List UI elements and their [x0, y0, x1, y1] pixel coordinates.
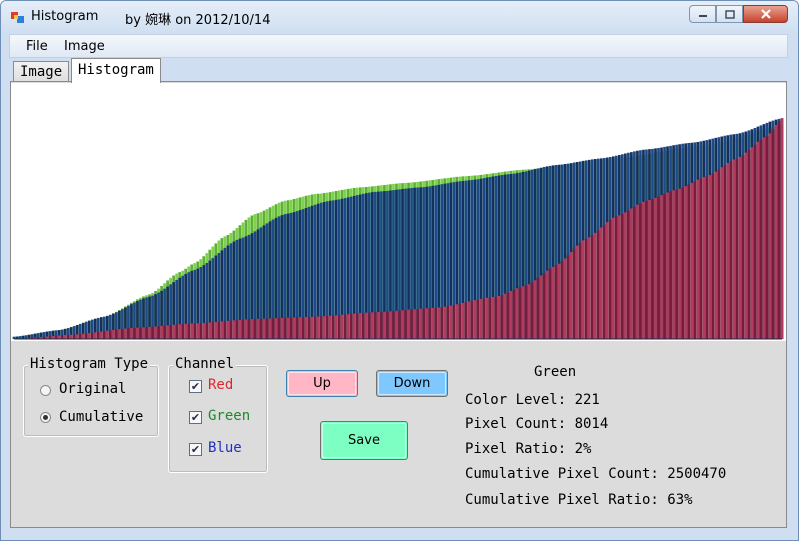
close-icon [760, 9, 771, 19]
down-button[interactable]: Down [376, 370, 448, 397]
minimize-icon [698, 15, 707, 17]
close-button[interactable] [743, 5, 788, 23]
info-pixel-count: Pixel Count: 8014 [465, 416, 609, 432]
tab-histogram[interactable]: Histogram [71, 58, 161, 83]
histogram-chart [11, 83, 786, 341]
channel-title: Channel [173, 356, 237, 372]
info-cumulative-pixel-ratio: Cumulative Pixel Ratio: 63% [465, 492, 693, 508]
checkbox-green-label[interactable]: Green [208, 408, 250, 424]
menu-image[interactable]: Image [64, 39, 105, 54]
menu-file[interactable]: File [26, 39, 48, 54]
minimize-button[interactable] [689, 5, 716, 23]
caption-buttons [689, 5, 788, 24]
radio-original-label[interactable]: Original [59, 381, 126, 397]
checkbox-blue[interactable]: ✔ [189, 443, 202, 456]
window-title: Histogram [31, 9, 99, 24]
window-subtitle: by 婉琳 on 2012/10/14 [125, 13, 271, 28]
histogram-type-title: Histogram Type [28, 356, 151, 372]
app-icon [11, 12, 24, 23]
checkbox-red[interactable]: ✔ [189, 380, 202, 393]
down-button-highlight [378, 372, 446, 395]
save-button[interactable]: Save [320, 421, 408, 460]
radio-original[interactable] [40, 385, 51, 396]
radio-cumulative-label[interactable]: Cumulative [59, 409, 143, 425]
checkbox-red-label[interactable]: Red [208, 377, 233, 393]
maximize-button[interactable] [716, 5, 743, 23]
maximize-icon [724, 9, 735, 19]
menu-bar: File Image [9, 34, 788, 58]
checkbox-green[interactable]: ✔ [189, 411, 202, 424]
info-channel-name: Green [534, 364, 577, 380]
up-button[interactable]: Up [286, 370, 358, 397]
info-cumulative-pixel-count: Cumulative Pixel Count: 2500470 [465, 466, 727, 482]
save-button-highlight [322, 423, 406, 458]
histogram-type-group [23, 365, 159, 437]
checkbox-blue-label[interactable]: Blue [208, 440, 242, 456]
radio-cumulative[interactable] [40, 412, 51, 423]
info-color-level: Color Level: 221 [465, 392, 600, 408]
tab-strip: Image Histogram [9, 58, 790, 83]
title-bar[interactable]: Histogram by 婉琳 on 2012/10/14 [1, 1, 798, 33]
info-pixel-ratio: Pixel Ratio: 2% [465, 441, 592, 457]
up-button-highlight [288, 372, 356, 395]
tab-image[interactable]: Image [13, 61, 70, 82]
